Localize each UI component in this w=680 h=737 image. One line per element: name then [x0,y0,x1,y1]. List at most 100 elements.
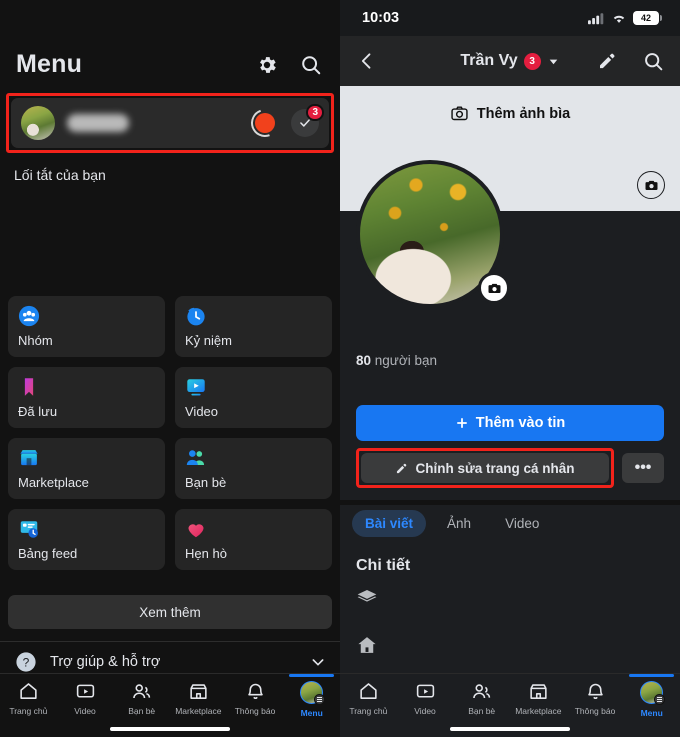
education-cap-icon [357,590,377,602]
home-icon [358,637,376,653]
hamburger-badge-icon [314,694,326,705]
help-question-icon: ? [16,652,36,672]
see-more-button[interactable]: Xem thêm [8,595,332,629]
friends-count[interactable]: 80 người bạn [356,353,437,368]
menu-item-feeds[interactable]: Bảng feed [8,509,165,570]
menu-item-label: Video [185,404,219,419]
more-options-button[interactable]: ••• [622,453,664,483]
details-section-title: Chi tiết [356,557,411,574]
video-icon [76,684,94,698]
story-ring-icon[interactable] [246,104,284,142]
nav-label: Trang chủ [9,706,48,716]
menu-item-groups[interactable]: Nhóm [8,296,165,357]
menu-item-label: Nhóm [18,333,53,348]
friends-count-number: 80 [356,353,372,368]
marketplace-store-icon [20,450,38,466]
profile-app-bar: Trần Vy 3 [340,36,680,86]
nav-item-notifications[interactable]: Thông báo [567,681,624,716]
profile-row-highlight-annotation: 3 [6,93,334,153]
add-cover-photo-label: Thêm ảnh bìa [476,105,571,122]
menu-item-label: Bảng feed [18,546,78,561]
edit-profile-button[interactable]: Chỉnh sửa trang cá nhân [361,453,609,483]
nav-label: Menu [300,708,323,718]
ring-arc [246,104,284,142]
home-indicator [110,727,230,731]
nav-item-menu[interactable]: Menu [623,674,680,718]
chevron-down-icon[interactable] [310,654,326,670]
battery-level: 42 [633,11,659,25]
search-icon[interactable] [640,48,666,74]
status-time: 10:03 [362,10,400,26]
profile-name-masked [67,114,129,132]
nav-label: Thông báo [234,706,276,716]
tab-videos[interactable]: Video [492,510,552,537]
title-notification-badge: 3 [523,52,541,70]
nav-label: Video [414,706,436,716]
back-chevron-icon[interactable] [354,48,380,74]
nav-item-video[interactable]: Video [397,681,454,716]
cellular-signal-icon [588,12,604,24]
battery-indicator: 42 [633,11,662,25]
status-icons: 42 [588,11,662,25]
profile-shortcut-row[interactable]: 3 [11,98,329,148]
marketplace-icon [530,684,547,699]
pencil-icon[interactable] [594,48,620,74]
gear-icon[interactable] [254,52,280,78]
plus-icon [456,418,467,428]
menu-grid: Nhóm Kỷ niệm Đã lưu Video Marketplace Bạ… [0,296,340,570]
groups-icon [18,305,40,327]
app-bar-actions [594,48,666,74]
menu-item-friends[interactable]: Bạn bè [175,438,332,499]
nav-label: Marketplace [515,706,562,716]
video-icon [187,379,205,396]
page-title: Menu [16,50,83,78]
nav-item-menu[interactable]: Menu [283,674,340,718]
nav-item-friends[interactable]: Bạn bè [113,681,170,716]
menu-item-memories[interactable]: Kỷ niệm [175,296,332,357]
nav-item-friends[interactable]: Bạn bè [453,681,510,716]
nav-item-home[interactable]: Trang chủ [0,681,57,716]
hamburger-badge-icon [654,694,666,705]
camera-icon [451,106,468,121]
nav-item-video[interactable]: Video [57,681,114,716]
profile-name: Trần Vy [460,52,518,69]
nav-label: Bạn bè [128,706,156,716]
facebook-profile-panel: 10:03 42 Trần Vy 3 Thêm ảnh bìa 80 người… [340,0,680,737]
add-to-story-button[interactable]: Thêm vào tin [356,405,664,441]
shortcuts-section-label: Lối tắt của bạn [14,167,106,183]
avatar[interactable] [21,106,55,140]
dating-heart-icon [188,524,204,538]
nav-item-marketplace[interactable]: Marketplace [510,681,567,716]
account-switch-control[interactable]: 3 [291,104,324,137]
menu-item-label: Hẹn hò [185,546,227,561]
nav-item-notifications[interactable]: Thông báo [227,681,284,716]
tab-photos[interactable]: Ảnh [434,510,484,537]
wifi-icon [613,15,625,23]
avatar-menu-icon [300,681,326,705]
cover-camera-button[interactable] [637,171,665,199]
menu-item-dating[interactable]: Hẹn hò [175,509,332,570]
menu-item-label: Marketplace [18,475,89,490]
menu-item-video[interactable]: Video [175,367,332,428]
nav-label: Trang chủ [349,706,388,716]
add-cover-photo-button[interactable]: Thêm ảnh bìa [340,104,680,123]
notification-badge: 3 [306,104,324,121]
profile-picture-camera-button[interactable] [478,272,510,304]
menu-header-actions [254,52,324,78]
tab-posts[interactable]: Bài viết [352,510,427,537]
menu-item-saved[interactable]: Đã lưu [8,367,165,428]
profile-tabs: Bài viết Ảnh Video [352,510,552,537]
menu-item-label: Đã lưu [18,404,58,419]
nav-item-marketplace[interactable]: Marketplace [170,681,227,716]
camera-icon [645,180,657,190]
active-tab-indicator [289,674,335,677]
svg-text:?: ? [23,655,30,669]
chevron-down-icon [549,59,557,64]
bookmark-icon [24,378,34,396]
search-icon[interactable] [298,52,324,78]
menu-header: Menu [0,0,340,93]
profile-picture-group [356,160,510,308]
menu-item-marketplace[interactable]: Marketplace [8,438,165,499]
section-divider [340,500,680,505]
nav-item-home[interactable]: Trang chủ [340,681,397,716]
